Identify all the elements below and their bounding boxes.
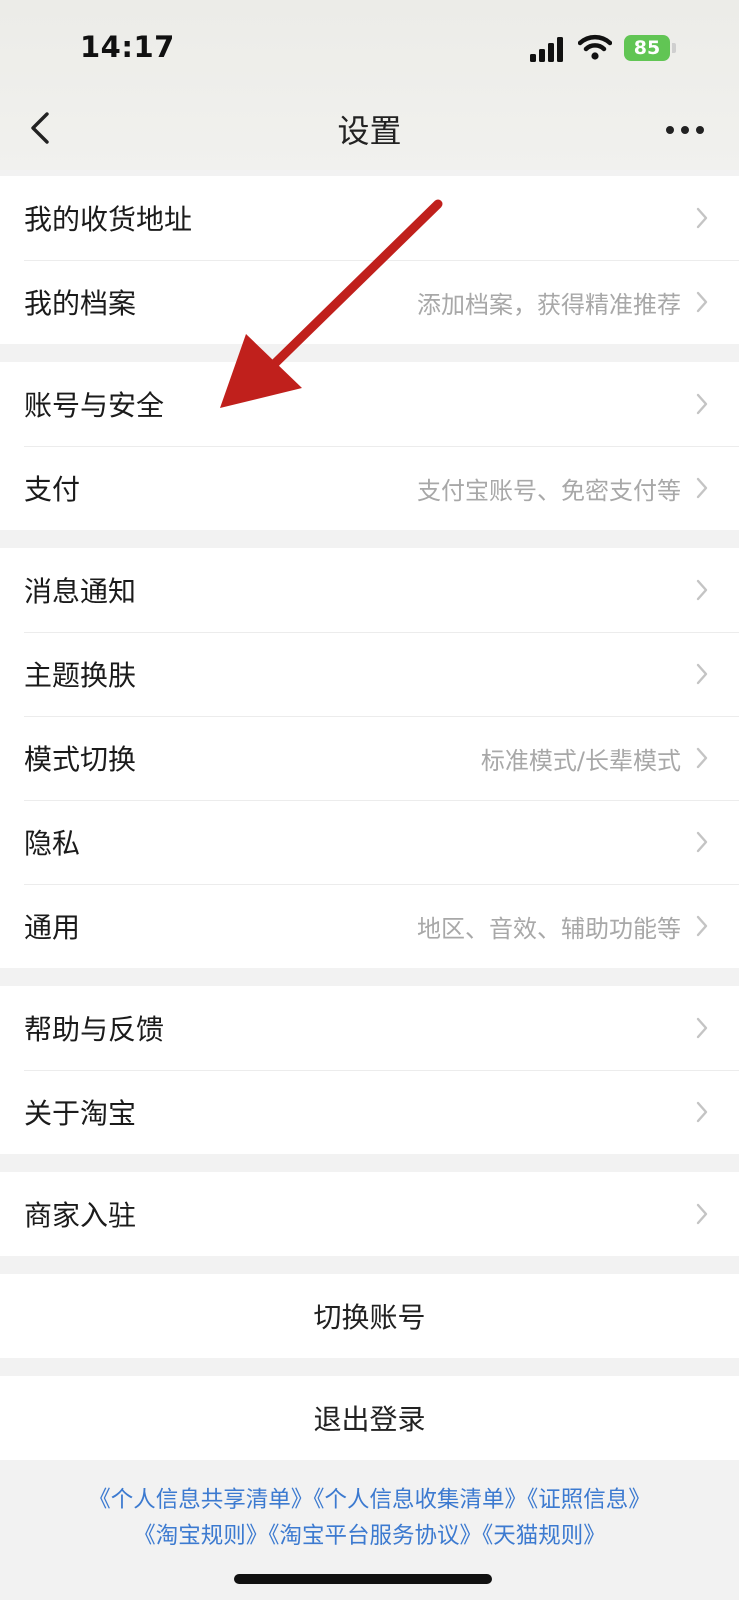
switch-account-button[interactable]: 切换账号 — [0, 1274, 739, 1358]
row-desc: 标准模式/长辈模式 — [480, 746, 681, 775]
settings-group-help: 帮助与反馈 关于淘宝 — [0, 986, 739, 1154]
settings-row-general[interactable]: 通用 地区、音效、辅助功能等 — [0, 884, 739, 968]
settings-row-mode-switch[interactable]: 模式切换 标准模式/长辈模式 — [0, 716, 739, 800]
chevron-right-icon — [695, 392, 709, 416]
settings-group-address: 我的收货地址 我的档案 添加档案，获得精准推荐 — [0, 176, 739, 344]
settings-group-merchant: 商家入驻 — [0, 1172, 739, 1256]
settings-row-help-feedback[interactable]: 帮助与反馈 — [0, 986, 739, 1070]
settings-row-privacy[interactable]: 隐私 — [0, 800, 739, 884]
settings-row-address[interactable]: 我的收货地址 — [0, 176, 739, 260]
link-personal-info-collection-list[interactable]: 《个人信息收集清单》 — [313, 1487, 527, 1513]
link-license-info[interactable]: 《证照信息》 — [527, 1487, 651, 1513]
logout-section: 退出登录 — [0, 1376, 739, 1460]
battery-level: 85 — [633, 37, 661, 59]
footer-links: 《个人信息共享清单》《个人信息收集清单》《证照信息》 《淘宝规则》《淘宝平台服务… — [0, 1482, 739, 1554]
status-time: 14:17 — [80, 30, 175, 64]
settings-row-account-security[interactable]: 账号与安全 — [0, 362, 739, 446]
chevron-right-icon — [695, 914, 709, 938]
chevron-right-icon — [695, 1202, 709, 1226]
battery-icon: 85 — [624, 35, 670, 61]
row-label: 主题换肤 — [24, 659, 137, 692]
footer-line-1: 《个人信息共享清单》《个人信息收集清单》《证照信息》 — [0, 1482, 739, 1518]
wifi-icon — [578, 34, 612, 60]
settings-group-preferences: 消息通知 主题换肤 模式切换 标准模式/长辈模式 隐私 通用 地区、音效、辅助功… — [0, 548, 739, 968]
link-taobao-rules[interactable]: 《淘宝规则》 — [133, 1523, 268, 1549]
row-label: 通用 — [24, 911, 81, 944]
link-platform-service-agreement[interactable]: 《淘宝平台服务协议》 — [268, 1523, 482, 1549]
switch-account-section: 切换账号 — [0, 1274, 739, 1358]
row-label: 关于淘宝 — [24, 1097, 137, 1130]
chevron-right-icon — [695, 830, 709, 854]
more-horizontal-icon — [666, 126, 704, 134]
settings-row-profile[interactable]: 我的档案 添加档案，获得精准推荐 — [0, 260, 739, 344]
settings-row-notifications[interactable]: 消息通知 — [0, 548, 739, 632]
row-label: 消息通知 — [24, 575, 137, 608]
row-label: 帮助与反馈 — [24, 1013, 165, 1046]
chevron-right-icon — [695, 662, 709, 686]
settings-row-payment[interactable]: 支付 支付宝账号、免密支付等 — [0, 446, 739, 530]
chevron-right-icon — [695, 1016, 709, 1040]
row-label: 商家入驻 — [24, 1199, 137, 1232]
chevron-right-icon — [695, 1100, 709, 1124]
status-bar: 14:17 85 — [0, 0, 739, 96]
logout-label: 退出登录 — [313, 1403, 426, 1436]
home-indicator — [234, 1574, 492, 1584]
row-desc: 支付宝账号、免密支付等 — [417, 476, 681, 505]
settings-row-merchant[interactable]: 商家入驻 — [0, 1172, 739, 1256]
link-tmall-rules[interactable]: 《天猫规则》 — [482, 1523, 606, 1549]
chevron-right-icon — [695, 578, 709, 602]
logout-button[interactable]: 退出登录 — [0, 1376, 739, 1460]
row-label: 我的档案 — [24, 287, 137, 320]
footer-line-2: 《淘宝规则》《淘宝平台服务协议》《天猫规则》 — [0, 1518, 739, 1554]
row-desc: 添加档案，获得精准推荐 — [417, 290, 681, 319]
row-label: 隐私 — [24, 827, 81, 860]
link-personal-info-sharing-list[interactable]: 《个人信息共享清单》 — [88, 1487, 313, 1513]
chevron-right-icon — [695, 746, 709, 770]
row-label: 账号与安全 — [24, 389, 165, 422]
chevron-right-icon — [695, 476, 709, 500]
row-label: 支付 — [24, 473, 81, 506]
row-label: 模式切换 — [24, 743, 137, 776]
page-title: 设置 — [337, 112, 402, 150]
chevron-right-icon — [695, 206, 709, 230]
settings-row-about[interactable]: 关于淘宝 — [0, 1070, 739, 1154]
switch-account-label: 切换账号 — [313, 1301, 426, 1334]
chevron-right-icon — [695, 290, 709, 314]
settings-row-theme[interactable]: 主题换肤 — [0, 632, 739, 716]
row-label: 我的收货地址 — [24, 203, 193, 236]
settings-group-account: 账号与安全 支付 支付宝账号、免密支付等 — [0, 362, 739, 530]
cellular-signal-icon — [530, 37, 563, 62]
row-desc: 地区、音效、辅助功能等 — [417, 914, 681, 943]
more-button[interactable] — [655, 110, 715, 150]
battery-tip — [672, 43, 676, 53]
